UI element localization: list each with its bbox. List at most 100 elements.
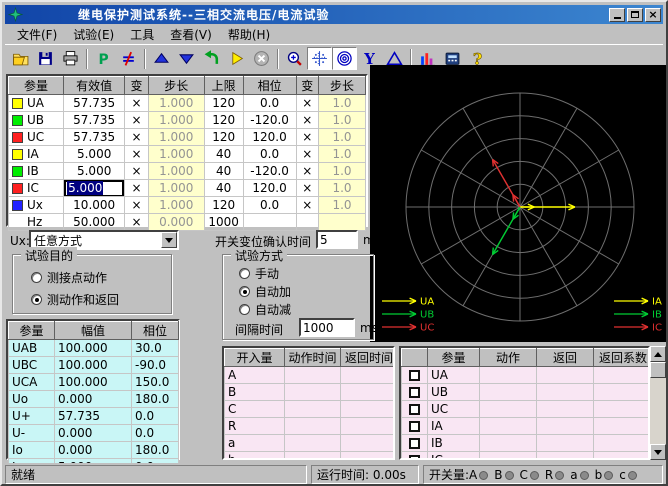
phase-step-cell[interactable]: 1.0 xyxy=(319,180,366,197)
rms-value-cell[interactable]: 57.735 xyxy=(64,95,125,112)
vary-toggle-cell[interactable] xyxy=(296,214,318,231)
toolbar-zoom-button[interactable] xyxy=(282,47,307,70)
toolbar-reset-button[interactable] xyxy=(199,47,224,70)
radio-button[interactable] xyxy=(239,268,250,279)
radio-button[interactable] xyxy=(239,304,250,315)
step-cell[interactable]: 0.000 xyxy=(148,214,204,231)
title-bar[interactable]: 继电保护测试系统--三相交流电压/电流试验 × xyxy=(5,5,663,24)
limit-cell[interactable]: 120 xyxy=(204,112,243,129)
rms-edit-box[interactable]: 5.000 xyxy=(65,181,123,196)
phase-step-cell[interactable]: 1.0 xyxy=(319,197,366,214)
phase-cell[interactable] xyxy=(243,214,296,231)
menu-view[interactable]: 查看(V) xyxy=(162,25,220,44)
step-cell[interactable]: 1.000 xyxy=(148,197,204,214)
step-cell[interactable]: 1.000 xyxy=(148,163,204,180)
phase-step-cell[interactable]: 1.0 xyxy=(319,146,366,163)
radio-button-selected[interactable] xyxy=(31,294,42,305)
vary-toggle-cell[interactable]: × xyxy=(296,180,318,197)
toolbar-step-down-button[interactable] xyxy=(174,47,199,70)
vary-toggle-cell[interactable]: × xyxy=(296,197,318,214)
vertical-scrollbar[interactable] xyxy=(650,346,666,460)
rms-value-cell[interactable]: 57.735 xyxy=(64,129,125,146)
vary-toggle-cell[interactable]: × xyxy=(125,129,148,146)
toolbar-fault-mode-button[interactable] xyxy=(116,47,141,70)
vary-toggle-cell[interactable]: × xyxy=(296,112,318,129)
toolbar-step-up-button[interactable] xyxy=(149,47,174,70)
phase-cell[interactable]: -120.0 xyxy=(243,112,296,129)
vary-toggle-cell[interactable]: × xyxy=(125,214,148,231)
row-checkbox[interactable] xyxy=(409,455,420,460)
step-cell[interactable]: 1.000 xyxy=(148,129,204,146)
phase-cell[interactable]: -120.0 xyxy=(243,163,296,180)
scroll-down-button[interactable] xyxy=(650,444,666,460)
phase-cell[interactable]: 0.0 xyxy=(243,146,296,163)
vary-toggle-cell[interactable]: × xyxy=(296,95,318,112)
toolbar-circle-view-button[interactable] xyxy=(332,47,357,70)
limit-cell[interactable]: 40 xyxy=(204,180,243,197)
vary-toggle-cell[interactable]: × xyxy=(125,163,148,180)
close-button[interactable]: × xyxy=(645,8,661,22)
rms-value-cell[interactable]: 5.000 xyxy=(64,163,125,180)
limit-cell[interactable]: 40 xyxy=(204,146,243,163)
step-cell[interactable]: 1.000 xyxy=(148,95,204,112)
toolbar-polar-grid-button[interactable] xyxy=(307,47,332,70)
vary-toggle-cell[interactable]: × xyxy=(296,146,318,163)
menu-tools[interactable]: 工具 xyxy=(122,25,162,44)
rms-value-cell[interactable]: 57.735 xyxy=(64,112,125,129)
purpose-option-1[interactable]: 测动作和返回 xyxy=(31,291,119,308)
limit-cell[interactable]: 120 xyxy=(204,95,243,112)
radio-button-selected[interactable] xyxy=(239,286,250,297)
menu-file[interactable]: 文件(F) xyxy=(9,25,65,44)
phase-step-cell[interactable]: 1.0 xyxy=(319,95,366,112)
toolbar-stop-test-button[interactable] xyxy=(249,47,274,70)
limit-cell[interactable]: 120 xyxy=(204,197,243,214)
vary-toggle-cell[interactable]: × xyxy=(296,129,318,146)
row-checkbox[interactable] xyxy=(409,438,420,449)
row-checkbox[interactable] xyxy=(409,387,420,398)
confirm-time-input[interactable] xyxy=(316,230,358,249)
row-checkbox[interactable] xyxy=(409,404,420,415)
toolbar-p-mode-button[interactable]: P xyxy=(91,47,116,70)
row-checkbox[interactable] xyxy=(409,370,420,381)
mode-option-0[interactable]: 手动 xyxy=(239,265,279,282)
phase-step-cell[interactable]: 1.0 xyxy=(319,129,366,146)
limit-cell[interactable]: 120 xyxy=(204,129,243,146)
mode-option-1[interactable]: 自动加 xyxy=(239,283,291,300)
menu-help[interactable]: 帮助(H) xyxy=(220,25,278,44)
limit-cell[interactable]: 40 xyxy=(204,163,243,180)
rms-value-cell[interactable]: 5.000 xyxy=(64,146,125,163)
vary-toggle-cell[interactable]: × xyxy=(125,146,148,163)
vary-toggle-cell[interactable]: × xyxy=(125,180,148,197)
radio-button[interactable] xyxy=(31,272,42,283)
phase-step-cell[interactable]: 1.0 xyxy=(319,163,366,180)
vary-toggle-cell[interactable]: × xyxy=(125,197,148,214)
phase-step-cell[interactable]: 1.0 xyxy=(319,112,366,129)
interval-input[interactable] xyxy=(299,318,355,337)
maximize-button[interactable] xyxy=(627,8,643,22)
ux-dropdown-button[interactable] xyxy=(161,232,177,248)
limit-cell[interactable]: 1000 xyxy=(204,214,243,231)
vary-toggle-cell[interactable]: × xyxy=(125,112,148,129)
toolbar-print-button[interactable] xyxy=(58,47,83,70)
rms-value-cell[interactable]: 10.000 xyxy=(64,197,125,214)
rms-value-cell[interactable]: 5.000 xyxy=(64,180,125,197)
phase-cell[interactable]: 120.0 xyxy=(243,129,296,146)
vary-toggle-cell[interactable]: × xyxy=(125,95,148,112)
scrollbar-track[interactable] xyxy=(650,378,666,444)
toolbar-start-test-button[interactable] xyxy=(224,47,249,70)
toolbar-open-button[interactable] xyxy=(8,47,33,70)
rms-value-cell[interactable]: 50.000 xyxy=(64,214,125,231)
mode-option-2[interactable]: 自动减 xyxy=(239,301,291,318)
phase-cell[interactable]: 0.0 xyxy=(243,197,296,214)
phase-cell[interactable]: 0.0 xyxy=(243,95,296,112)
vary-toggle-cell[interactable]: × xyxy=(296,163,318,180)
step-cell[interactable]: 1.000 xyxy=(148,180,204,197)
menu-test[interactable]: 试验(E) xyxy=(65,25,122,44)
minimize-button[interactable] xyxy=(609,8,625,22)
row-checkbox[interactable] xyxy=(409,421,420,432)
step-cell[interactable]: 1.000 xyxy=(148,146,204,163)
step-cell[interactable]: 1.000 xyxy=(148,112,204,129)
purpose-option-0[interactable]: 测接点动作 xyxy=(31,269,107,286)
toolbar-save-button[interactable] xyxy=(33,47,58,70)
scroll-up-button[interactable] xyxy=(650,346,666,362)
